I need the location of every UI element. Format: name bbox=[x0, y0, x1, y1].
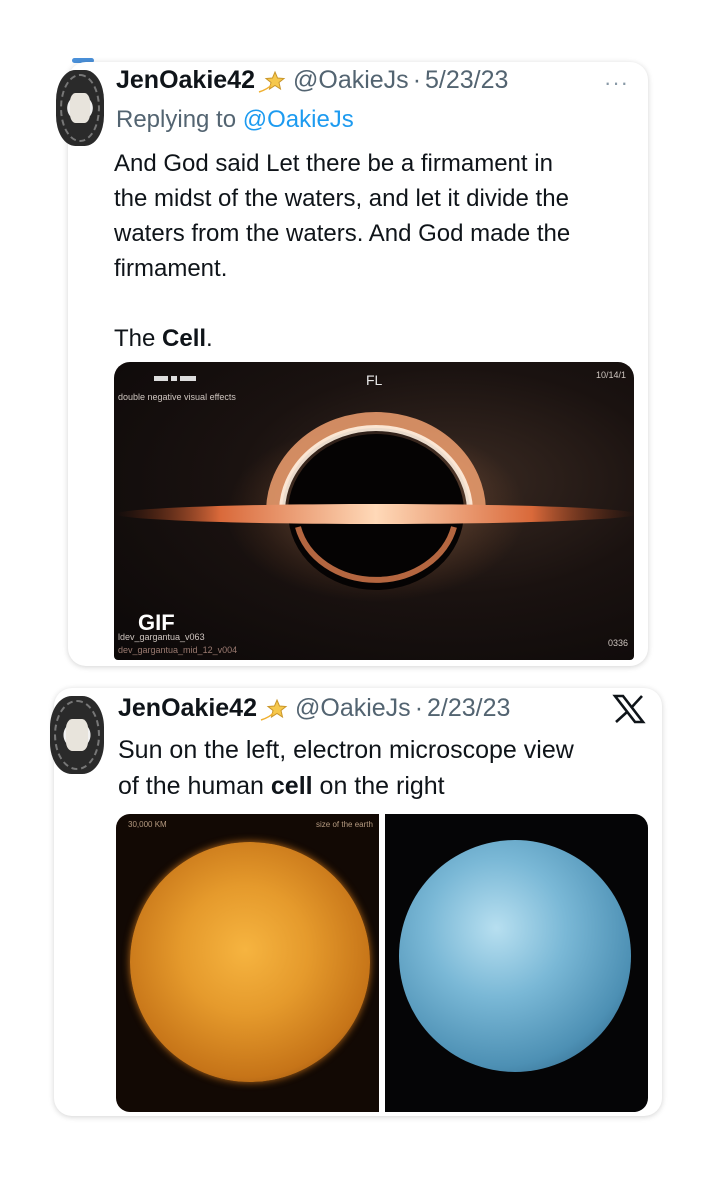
overlay-file-label: ldev_gargantua_v063 bbox=[118, 632, 205, 642]
text-fragment: of the human bbox=[118, 772, 271, 800]
tweet-text-line: the midst of the waters, and let it divi… bbox=[114, 185, 569, 212]
more-options-icon[interactable]: ··· bbox=[604, 70, 629, 96]
overlay-bars bbox=[154, 376, 196, 381]
tweet-header: JenOakie42 @OakieJs · 5/23/23 bbox=[116, 66, 508, 95]
tweet-text-line: Sun on the left, electron microscope vie… bbox=[118, 736, 574, 764]
overlay-corner-text: double negative visual effects bbox=[118, 392, 236, 402]
display-name[interactable]: JenOakie42 bbox=[116, 66, 255, 95]
photo-grid: 30,000 KM size of the earth bbox=[116, 814, 648, 1112]
shooting-star-icon bbox=[260, 698, 288, 721]
tweet-date[interactable]: 2/23/23 bbox=[427, 694, 510, 723]
avatar[interactable] bbox=[56, 70, 104, 146]
bold-text: Cell bbox=[162, 325, 207, 352]
shooting-star-icon bbox=[258, 70, 286, 93]
tweet-text-line: And God said Let there be a firmament in bbox=[114, 150, 553, 177]
gif-media[interactable]: double negative visual effects FL 10/14/… bbox=[114, 362, 634, 660]
x-logo-icon[interactable] bbox=[612, 694, 646, 724]
tweet-text-line: waters from the waters. And God made the bbox=[114, 220, 571, 247]
display-name[interactable]: JenOakie42 bbox=[118, 694, 257, 723]
tweet-text: And God said Let there be a firmament in… bbox=[114, 146, 636, 356]
overlay-date-label: 10/14/1 bbox=[596, 370, 627, 380]
user-handle[interactable]: @OakieJs bbox=[295, 694, 411, 723]
tweet-header: JenOakie42 @OakieJs · 2/23/23 bbox=[118, 694, 510, 723]
sun-image bbox=[130, 842, 370, 1082]
separator-dot: · bbox=[412, 66, 422, 94]
reply-mention-link[interactable]: @OakieJs bbox=[243, 106, 354, 133]
tweet-text: Sun on the left, electron microscope vie… bbox=[118, 732, 638, 804]
text-fragment: The bbox=[114, 325, 163, 352]
tweet-date[interactable]: 5/23/23 bbox=[425, 66, 508, 95]
overlay-code-label: 0336 bbox=[608, 638, 629, 648]
cell-photo[interactable] bbox=[385, 814, 648, 1112]
replying-label: Replying to bbox=[116, 106, 243, 133]
sun-caption-right: size of the earth bbox=[316, 820, 373, 829]
sun-caption-left: 30,000 KM bbox=[128, 820, 167, 829]
overlay-file-label-2: dev_gargantua_mid_12_v004 bbox=[118, 645, 238, 655]
sun-photo[interactable]: 30,000 KM size of the earth bbox=[116, 814, 379, 1112]
replying-to: Replying to @OakieJs bbox=[116, 106, 354, 134]
avatar[interactable] bbox=[50, 696, 104, 774]
text-fragment: . bbox=[206, 325, 213, 352]
separator-dot: · bbox=[414, 694, 424, 722]
cell-image bbox=[399, 840, 631, 1072]
text-fragment: on the right bbox=[312, 772, 445, 800]
user-handle[interactable]: @OakieJs bbox=[293, 66, 409, 95]
tweet-text-line: The Cell. bbox=[114, 321, 636, 356]
overlay-fl-label: FL bbox=[366, 372, 383, 388]
tweet-text-line: firmament. bbox=[114, 255, 228, 282]
tweet-text-line: of the human cell on the right bbox=[118, 768, 638, 804]
bold-text: cell bbox=[270, 772, 313, 800]
black-hole-image bbox=[116, 412, 634, 602]
